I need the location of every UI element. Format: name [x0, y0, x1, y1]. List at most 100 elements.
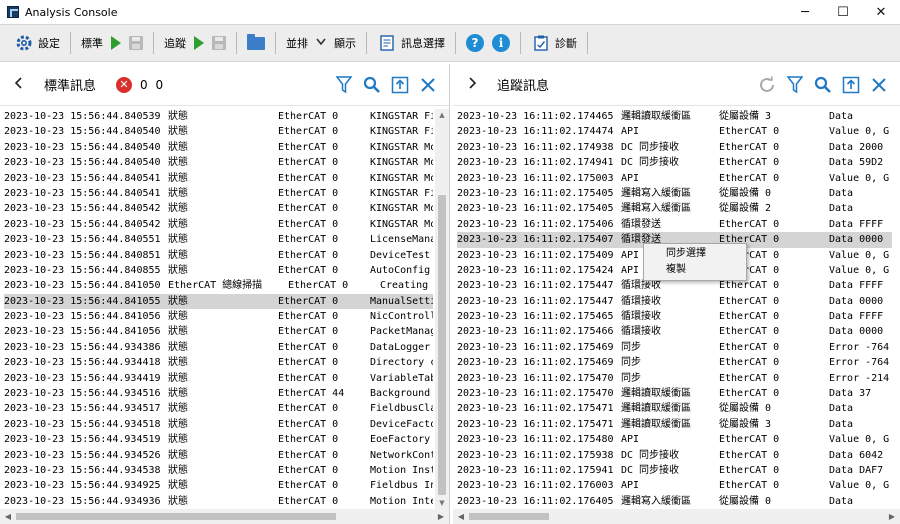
trace-button[interactable]: 追蹤 — [160, 29, 190, 57]
log-row[interactable]: 2023-10-23 16:11:02.176405 邏輯寫入緩衝區 從屬設備 0 D… — [457, 494, 892, 509]
left-vertical-scrollbar[interactable]: ▲ ▼ — [435, 109, 449, 509]
log-row[interactable]: 2023-10-23 15:56:44.934519 狀態 EtherCAT 0 Eo… — [4, 432, 433, 447]
log-row[interactable]: 2023-10-23 15:56:44.840855 狀態 EtherCAT 0 Au… — [4, 263, 433, 278]
log-row[interactable]: 2023-10-23 15:56:44.840551 狀態 EtherCAT 0 Li… — [4, 232, 433, 247]
maximize-button[interactable]: ☐ — [824, 0, 862, 24]
scroll-thumb[interactable] — [469, 513, 549, 520]
log-row[interactable]: 2023-10-23 16:11:02.174941 DC 同步接收 EtherCA… — [457, 155, 892, 170]
log-row[interactable]: 2023-10-23 15:56:44.934419 狀態 EtherCAT 0 Va… — [4, 371, 433, 386]
timestamp-cell: 2023-10-23 16:11:02.175471 — [457, 403, 614, 415]
context-menu-sync-select[interactable]: 同步選擇 — [644, 246, 746, 262]
scroll-left-icon[interactable]: ◀ — [455, 509, 467, 524]
chevron-left-icon[interactable] — [14, 76, 34, 93]
log-row[interactable]: 2023-10-23 15:56:44.840542 狀態 EtherCAT 0 KI… — [4, 217, 433, 232]
settings-button[interactable]: 設定 — [10, 29, 64, 57]
log-row[interactable]: 2023-10-23 15:56:44.841050 EtherCAT 總線掃描 E… — [4, 278, 433, 293]
message-cell: DeviceFacto — [370, 418, 433, 430]
search-icon[interactable] — [361, 74, 383, 96]
standard-button[interactable]: 標準 — [77, 29, 107, 57]
side-by-side-button[interactable]: 並排 — [282, 29, 312, 57]
scroll-right-icon[interactable]: ▶ — [886, 509, 898, 524]
log-row[interactable]: 2023-10-23 15:56:44.934526 狀態 EtherCAT 0 Ne… — [4, 448, 433, 463]
diagnose-label: 診斷 — [555, 37, 577, 50]
timestamp-cell: 2023-10-23 15:56:44.840541 — [4, 187, 161, 199]
export-icon[interactable] — [840, 74, 862, 96]
info-button[interactable]: i — [488, 29, 514, 57]
log-row[interactable]: 2023-10-23 15:56:44.840540 狀態 EtherCAT 0 KI… — [4, 140, 433, 155]
scroll-thumb[interactable] — [438, 195, 446, 495]
left-horizontal-scrollbar[interactable]: ◀ ▶ — [0, 509, 449, 524]
log-row[interactable]: 2023-10-23 15:56:44.841056 狀態 EtherCAT 0 Pa… — [4, 324, 433, 339]
display-dropdown[interactable]: 顯示 — [312, 29, 360, 57]
scroll-left-icon[interactable]: ◀ — [2, 509, 14, 524]
log-row[interactable]: 2023-10-23 15:56:44.934418 狀態 EtherCAT 0 Di… — [4, 355, 433, 370]
source-cell: EtherCAT 0 — [288, 280, 349, 292]
log-row[interactable]: 2023-10-23 16:11:02.175470 同步 EtherCAT 0 Er… — [457, 371, 892, 386]
help-button[interactable]: ? — [462, 29, 488, 57]
log-row[interactable]: 2023-10-23 16:11:02.175480 API EtherCAT 0 V… — [457, 432, 892, 447]
log-row[interactable]: 2023-10-23 16:11:02.174474 API EtherCAT 0 V… — [457, 124, 892, 139]
log-row[interactable]: 2023-10-23 15:56:44.840540 狀態 EtherCAT 0 KI… — [4, 155, 433, 170]
chevron-right-icon[interactable] — [467, 76, 487, 93]
log-row[interactable]: 2023-10-23 16:11:02.175003 API EtherCAT 0 V… — [457, 171, 892, 186]
log-row[interactable]: 2023-10-23 16:11:02.175471 邏輯讀取緩衝區 從屬設備 0 D… — [457, 401, 892, 416]
document-icon — [377, 33, 397, 53]
log-row[interactable]: 2023-10-23 16:11:02.175469 同步 EtherCAT 0 Er… — [457, 355, 892, 370]
filter-icon[interactable] — [333, 74, 355, 96]
log-row[interactable]: 2023-10-23 15:56:44.840542 狀態 EtherCAT 0 KI… — [4, 201, 433, 216]
log-row[interactable]: 2023-10-23 15:56:44.840541 狀態 EtherCAT 0 KI… — [4, 186, 433, 201]
log-row[interactable]: 2023-10-23 15:56:44.934538 狀態 EtherCAT 0 Mo… — [4, 463, 433, 478]
filter-icon[interactable] — [784, 74, 806, 96]
trace-play-button[interactable] — [190, 29, 208, 57]
log-row[interactable]: 2023-10-23 15:56:44.841055 狀態 EtherCAT 0 Ma… — [4, 293, 433, 310]
standard-save-button[interactable] — [125, 29, 147, 57]
open-folder-button[interactable] — [243, 29, 269, 57]
log-row[interactable]: 2023-10-23 16:11:02.175941 DC 同步接收 EtherCA… — [457, 463, 892, 478]
message-select-button[interactable]: 訊息選擇 — [373, 29, 449, 57]
log-row[interactable]: 2023-10-23 15:56:44.934518 狀態 EtherCAT 0 De… — [4, 417, 433, 432]
log-row[interactable]: 2023-10-23 15:56:44.934517 狀態 EtherCAT 0 Fi… — [4, 401, 433, 416]
log-row[interactable]: 2023-10-23 15:56:44.841056 狀態 EtherCAT 0 Ni… — [4, 309, 433, 324]
trace-save-button[interactable] — [208, 29, 230, 57]
log-row[interactable]: 2023-10-23 16:11:02.175447 循環接收 EtherCAT 0… — [457, 294, 892, 309]
save-icon — [129, 36, 143, 50]
log-row[interactable]: 2023-10-23 16:11:02.174465 邏輯讀取緩衝區 從屬設備 3 D… — [457, 109, 892, 124]
log-row[interactable]: 2023-10-23 16:11:02.175465 循環接收 EtherCAT 0… — [457, 309, 892, 324]
close-icon[interactable] — [868, 74, 890, 96]
log-row[interactable]: 2023-10-23 15:56:44.934516 狀態 EtherCAT 44 B… — [4, 386, 433, 401]
log-row[interactable]: 2023-10-23 16:11:02.176003 API EtherCAT 0 V… — [457, 478, 892, 493]
log-row[interactable]: 2023-10-23 15:56:44.840541 狀態 EtherCAT 0 KI… — [4, 171, 433, 186]
log-row[interactable]: 2023-10-23 15:56:44.934386 狀態 EtherCAT 0 Da… — [4, 340, 433, 355]
scroll-down-icon[interactable]: ▼ — [435, 497, 449, 509]
close-window-button[interactable]: ✕ — [862, 0, 900, 24]
log-row[interactable]: 2023-10-23 15:56:44.934936 狀態 EtherCAT 0 Mo… — [4, 494, 433, 509]
minimize-button[interactable]: ─ — [786, 0, 824, 24]
search-icon[interactable] — [812, 74, 834, 96]
diagnose-button[interactable]: 診斷 — [527, 29, 581, 57]
right-horizontal-scrollbar[interactable]: ◀ ▶ — [453, 509, 900, 524]
log-row[interactable]: 2023-10-23 15:56:44.840540 狀態 EtherCAT 0 KI… — [4, 124, 433, 139]
log-row[interactable]: 2023-10-23 16:11:02.175469 同步 EtherCAT 0 Er… — [457, 340, 892, 355]
message-cell: Directory c — [370, 357, 433, 369]
log-row[interactable]: 2023-10-23 15:56:44.840539 狀態 EtherCAT 0 KI… — [4, 109, 433, 124]
log-row[interactable]: 2023-10-23 15:56:44.934925 狀態 EtherCAT 0 Fi… — [4, 478, 433, 493]
scroll-up-icon[interactable]: ▲ — [435, 109, 449, 121]
log-row[interactable]: 2023-10-23 16:11:02.175466 循環接收 EtherCAT 0… — [457, 324, 892, 339]
refresh-icon[interactable] — [756, 74, 778, 96]
log-row[interactable]: 2023-10-23 16:11:02.174938 DC 同步接收 EtherCA… — [457, 140, 892, 155]
close-icon[interactable] — [417, 74, 439, 96]
export-icon[interactable] — [389, 74, 411, 96]
log-row[interactable]: 2023-10-23 16:11:02.175470 邏輯讀取緩衝區 EtherCA… — [457, 386, 892, 401]
log-row[interactable]: 2023-10-23 16:11:02.175938 DC 同步接收 EtherCA… — [457, 448, 892, 463]
scroll-right-icon[interactable]: ▶ — [435, 509, 447, 524]
log-row[interactable]: 2023-10-23 16:11:02.175405 邏輯寫入緩衝區 從屬設備 0 D… — [457, 186, 892, 201]
standard-messages-pane: 標準訊息 ✕ 0 0 2023-10-23 15:56:44.840539 狀態 E… — [0, 64, 450, 524]
type-cell: 邏輯讀取緩衝區 — [621, 388, 691, 400]
scroll-thumb[interactable] — [16, 513, 336, 520]
standard-play-button[interactable] — [107, 29, 125, 57]
context-menu-copy[interactable]: 複製 — [644, 262, 746, 278]
log-row[interactable]: 2023-10-23 16:11:02.175471 邏輯讀取緩衝區 從屬設備 3 D… — [457, 417, 892, 432]
log-row[interactable]: 2023-10-23 16:11:02.175405 邏輯寫入緩衝區 從屬設備 2 D… — [457, 201, 892, 216]
log-row[interactable]: 2023-10-23 15:56:44.840851 狀態 EtherCAT 0 De… — [4, 248, 433, 263]
log-row[interactable]: 2023-10-23 16:11:02.175406 循環發送 EtherCAT 0… — [457, 217, 892, 232]
